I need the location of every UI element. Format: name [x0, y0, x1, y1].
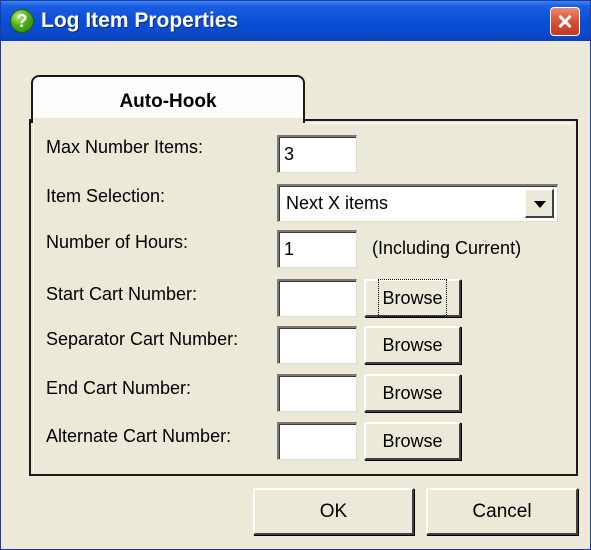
help-icon: ?	[10, 9, 34, 33]
ok-button[interactable]: OK	[253, 488, 414, 535]
item-selection-label: Item Selection:	[46, 186, 166, 206]
window-title: Log Item Properties	[41, 9, 239, 32]
tab-label: Auto-Hook	[119, 91, 217, 112]
title-bar[interactable]: ? Log Item Properties	[1, 1, 590, 41]
hours-label: Number of Hours:	[46, 232, 189, 252]
item-selection-value: Next X items	[286, 193, 389, 213]
separator-cart-input[interactable]	[277, 326, 357, 364]
hours-note: (Including Current)	[372, 238, 522, 258]
max-items-label: Max Number Items:	[46, 137, 204, 157]
dialog-window: ? Log Item Properties Auto-Hook Max Numb…	[0, 0, 591, 550]
start-cart-input[interactable]	[277, 279, 357, 317]
start-cart-browse-button[interactable]: Browse	[364, 279, 461, 317]
alternate-cart-input[interactable]	[277, 422, 357, 460]
start-cart-label: Start Cart Number:	[46, 284, 198, 304]
max-items-input[interactable]: 3	[277, 135, 357, 173]
cancel-button[interactable]: Cancel	[426, 488, 578, 535]
tab-auto-hook[interactable]: Auto-Hook	[31, 75, 305, 123]
separator-cart-label: Separator Cart Number:	[46, 329, 239, 349]
item-selection-select[interactable]: Next X items	[277, 184, 558, 222]
end-cart-browse-button[interactable]: Browse	[364, 374, 461, 412]
end-cart-label: End Cart Number:	[46, 378, 192, 398]
alternate-cart-browse-button[interactable]: Browse	[364, 422, 461, 460]
chevron-down-icon	[534, 201, 546, 208]
hours-input[interactable]: 1	[277, 230, 357, 268]
close-button[interactable]	[550, 7, 580, 36]
alternate-cart-label: Alternate Cart Number:	[46, 426, 232, 446]
end-cart-input[interactable]	[277, 374, 357, 412]
dropdown-arrow-button[interactable]	[525, 189, 554, 218]
separator-cart-browse-button[interactable]: Browse	[364, 326, 461, 364]
